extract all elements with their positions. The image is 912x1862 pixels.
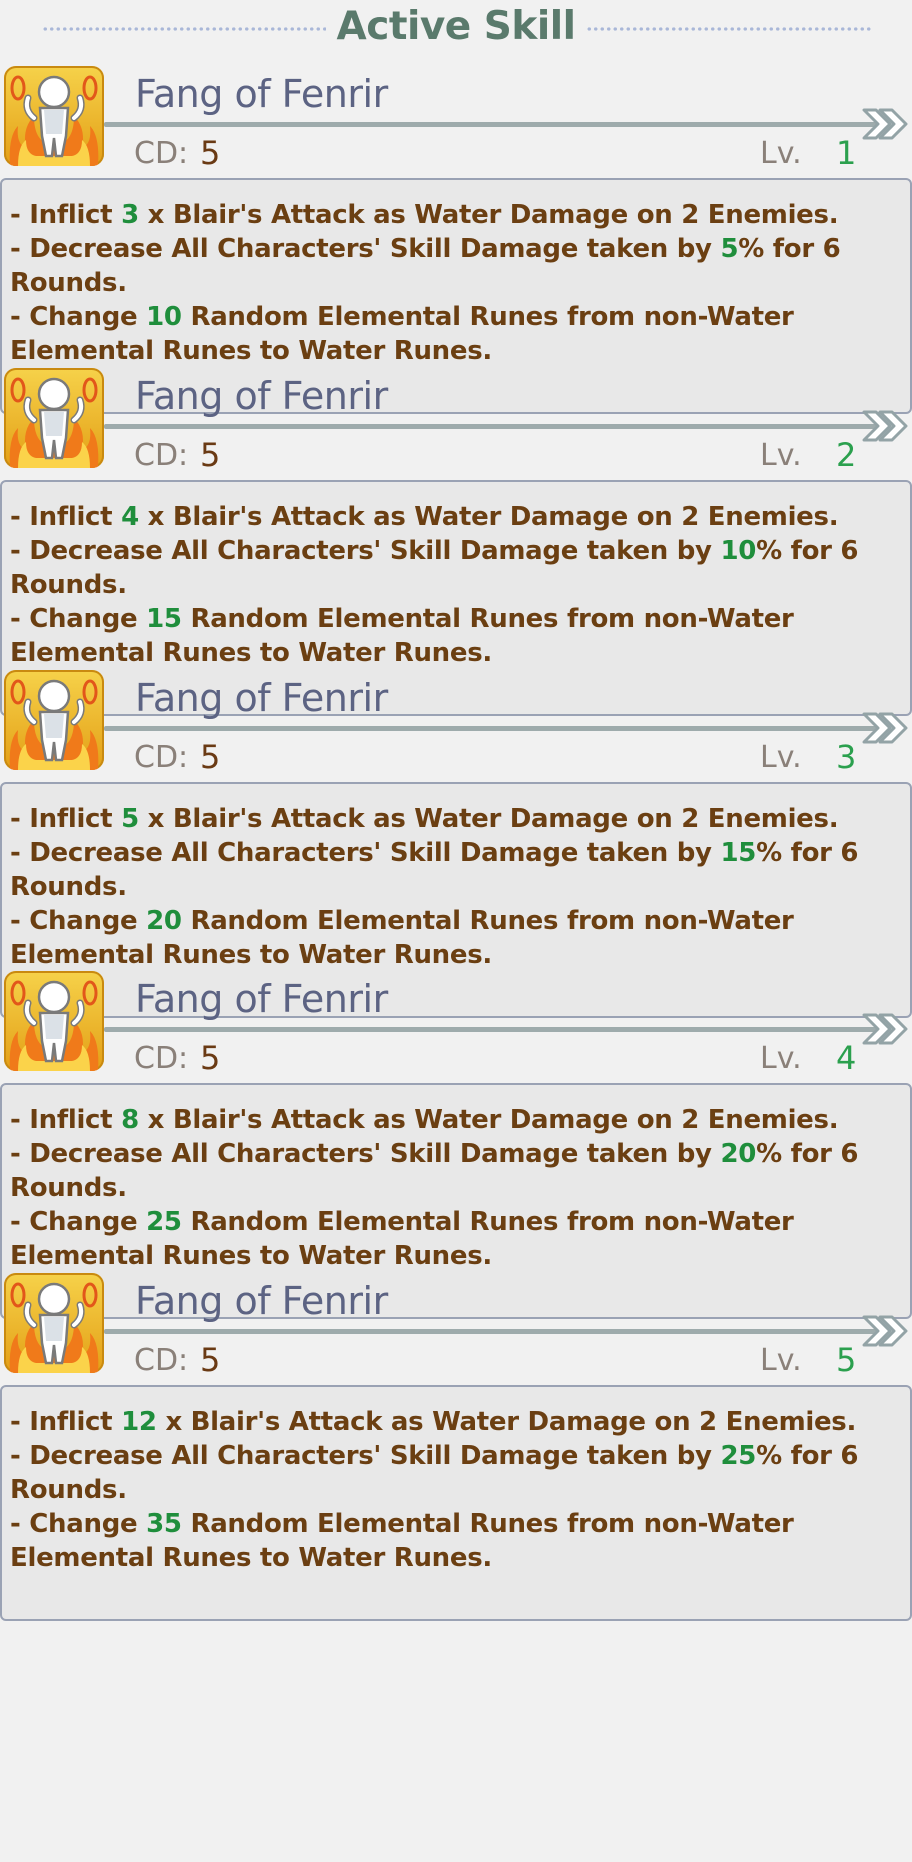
cooldown-value: 5 — [200, 738, 221, 776]
skill-description-box: - Inflict 12 x Blair's Attack as Water D… — [0, 1385, 912, 1621]
effect-line-damage-reduction: - Decrease All Characters' Skill Damage … — [10, 1139, 859, 1203]
reduction-percent-value: 10 — [720, 536, 757, 566]
level-value: 1 — [836, 134, 857, 172]
skill-description: - Inflict 12 x Blair's Attack as Water D… — [10, 1405, 905, 1575]
level-label: Lv. — [760, 438, 802, 473]
effect-line-damage: - Inflict 12 x Blair's Attack as Water D… — [10, 1407, 857, 1437]
flame-figure-icon — [4, 368, 104, 468]
effect-line-damage: - Inflict 8 x Blair's Attack as Water Da… — [10, 1105, 839, 1135]
skill-name: Fang of Fenrir — [135, 72, 388, 116]
skill-divider — [104, 424, 884, 429]
double-chevron-right-icon[interactable] — [862, 1011, 908, 1047]
cooldown-label: CD: — [134, 1041, 189, 1076]
skill-card: Fang of Fenrir CD: 5 Lv. 5 - Inflict 12 … — [0, 1265, 912, 1623]
flame-figure-icon — [4, 66, 104, 166]
effect-line-damage: - Inflict 4 x Blair's Attack as Water Da… — [10, 502, 839, 532]
level-label: Lv. — [760, 740, 802, 775]
level-label: Lv. — [760, 136, 802, 171]
effect-line-rune-change: - Change 35 Random Elemental Runes from … — [10, 1509, 794, 1573]
rune-count-value: 25 — [146, 1207, 182, 1237]
cooldown-value: 5 — [200, 1039, 221, 1077]
rune-count-value: 15 — [146, 604, 182, 634]
rune-count-value: 20 — [146, 906, 182, 936]
cooldown-value: 5 — [200, 1341, 221, 1379]
effect-line-rune-change: - Change 10 Random Elemental Runes from … — [10, 302, 794, 366]
effect-line-damage-reduction: - Decrease All Characters' Skill Damage … — [10, 536, 859, 600]
skill-name: Fang of Fenrir — [135, 374, 388, 418]
skill-name: Fang of Fenrir — [135, 977, 388, 1021]
skill-description: - Inflict 3 x Blair's Attack as Water Da… — [10, 198, 905, 368]
rune-count-value: 10 — [146, 302, 182, 332]
effect-line-rune-change: - Change 20 Random Elemental Runes from … — [10, 906, 794, 970]
effect-line-damage: - Inflict 5 x Blair's Attack as Water Da… — [10, 804, 839, 834]
reduction-percent-value: 5 — [720, 234, 739, 264]
skill-description: - Inflict 5 x Blair's Attack as Water Da… — [10, 802, 905, 972]
reduction-percent-value: 20 — [720, 1139, 757, 1169]
level-value: 3 — [836, 738, 857, 776]
effect-line-damage: - Inflict 3 x Blair's Attack as Water Da… — [10, 200, 839, 230]
skill-divider — [104, 726, 884, 731]
double-chevron-right-icon[interactable] — [862, 710, 908, 746]
effect-line-rune-change: - Change 25 Random Elemental Runes from … — [10, 1207, 794, 1271]
reduction-percent-value: 25 — [720, 1441, 757, 1471]
skill-description: - Inflict 4 x Blair's Attack as Water Da… — [10, 500, 905, 670]
skill-divider — [104, 1329, 884, 1334]
cooldown-label: CD: — [134, 136, 189, 171]
hit-count-value: 12 — [121, 1407, 157, 1437]
level-label: Lv. — [760, 1041, 802, 1076]
effect-line-damage-reduction: - Decrease All Characters' Skill Damage … — [10, 234, 841, 298]
hit-count-value: 5 — [121, 804, 139, 834]
cooldown-label: CD: — [134, 438, 189, 473]
header-dotted-line-right — [586, 27, 872, 31]
skill-description: - Inflict 8 x Blair's Attack as Water Da… — [10, 1103, 905, 1273]
skill-name: Fang of Fenrir — [135, 676, 388, 720]
skill-divider — [104, 1027, 884, 1032]
cooldown-label: CD: — [134, 1343, 189, 1378]
level-value: 4 — [836, 1039, 857, 1077]
double-chevron-right-icon[interactable] — [862, 1313, 908, 1349]
skill-name: Fang of Fenrir — [135, 1279, 388, 1323]
skill-divider — [104, 122, 884, 127]
level-label: Lv. — [760, 1343, 802, 1378]
reduction-percent-value: 15 — [720, 838, 757, 868]
rune-count-value: 35 — [146, 1509, 182, 1539]
double-chevron-right-icon[interactable] — [862, 408, 908, 444]
flame-figure-icon — [4, 670, 104, 770]
hit-count-value: 4 — [121, 502, 139, 532]
hit-count-value: 3 — [121, 200, 139, 230]
section-header: Active Skill — [0, 0, 912, 60]
flame-figure-icon — [4, 971, 104, 1071]
level-value: 5 — [836, 1341, 857, 1379]
effect-line-damage-reduction: - Decrease All Characters' Skill Damage … — [10, 838, 859, 902]
effect-line-rune-change: - Change 15 Random Elemental Runes from … — [10, 604, 794, 668]
effect-line-damage-reduction: - Decrease All Characters' Skill Damage … — [10, 1441, 859, 1505]
level-value: 2 — [836, 436, 857, 474]
cooldown-value: 5 — [200, 436, 221, 474]
double-chevron-right-icon[interactable] — [862, 106, 908, 142]
cooldown-label: CD: — [134, 740, 189, 775]
hit-count-value: 8 — [121, 1105, 139, 1135]
cooldown-value: 5 — [200, 134, 221, 172]
flame-figure-icon — [4, 1273, 104, 1373]
